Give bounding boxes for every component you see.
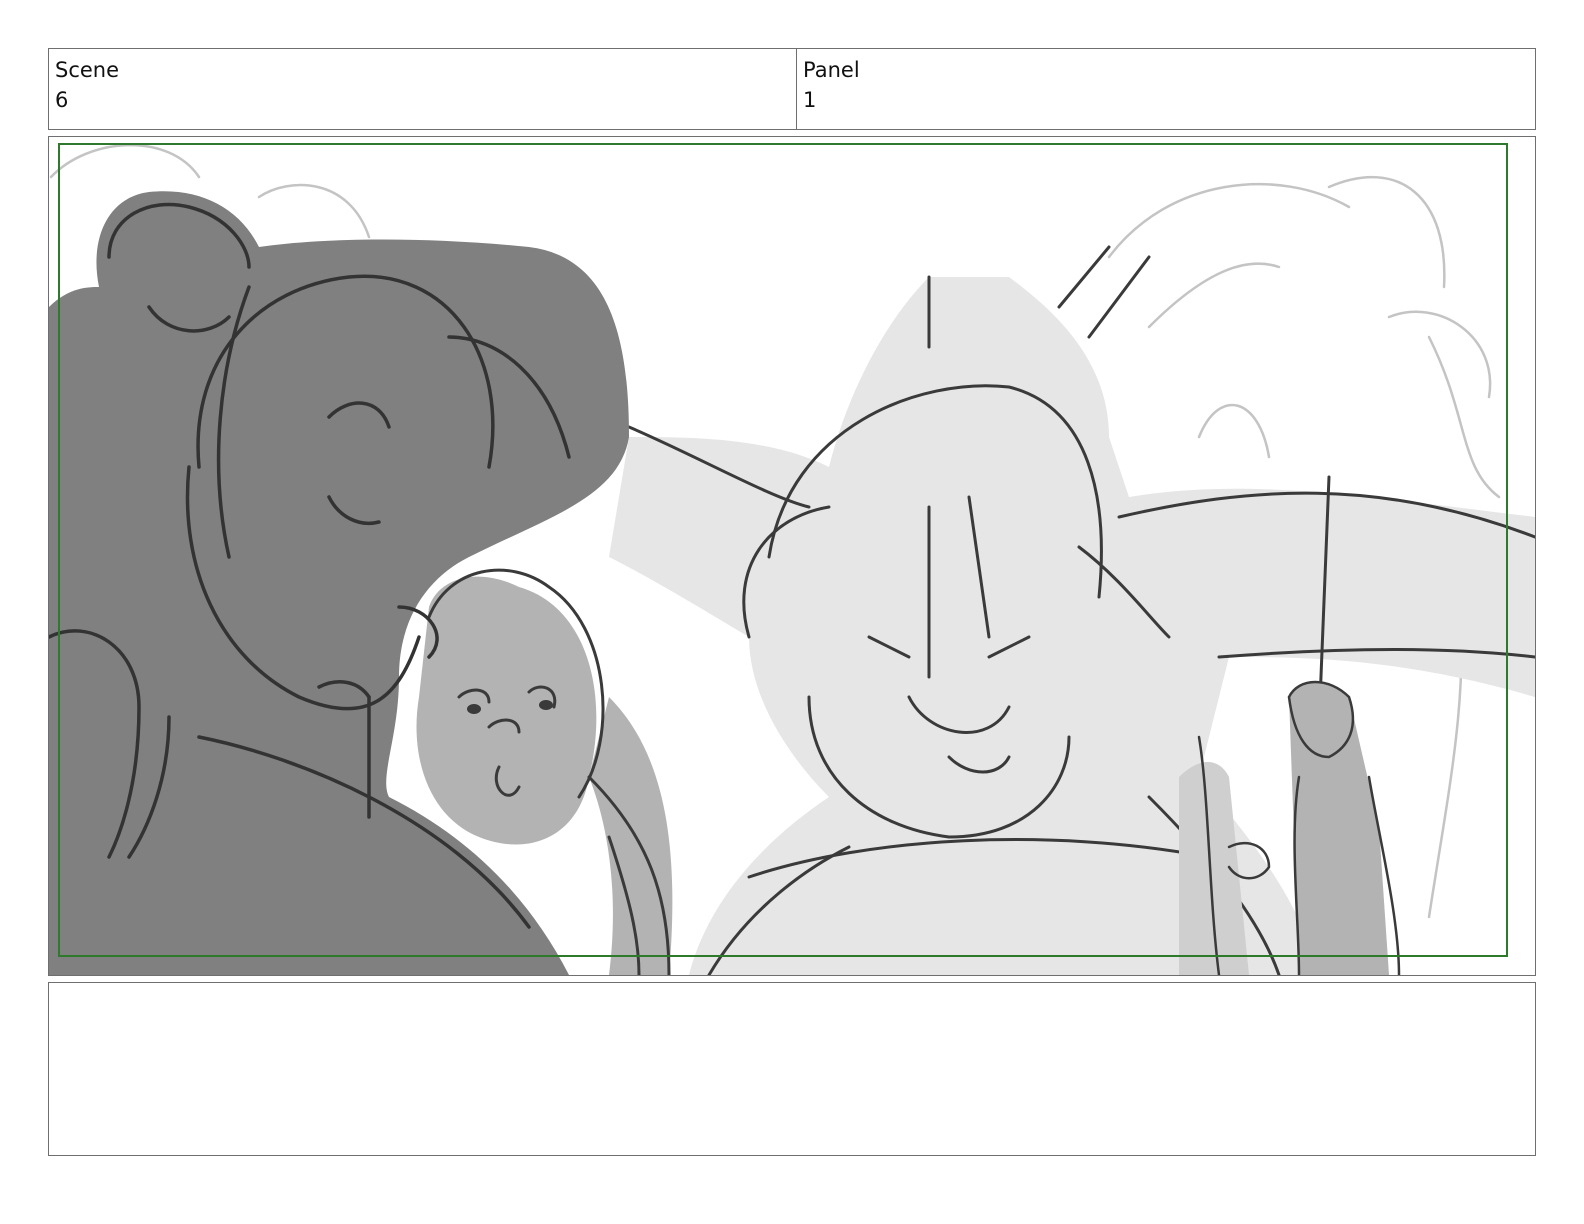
storyboard-sketch-icon <box>49 143 1535 975</box>
storyboard-header: Scene 6 Panel 1 <box>48 48 1536 130</box>
central-figure <box>609 245 1535 975</box>
panel-number: 1 <box>803 88 817 112</box>
panel-cell: Panel 1 <box>797 49 1535 129</box>
scene-cell: Scene 6 <box>49 49 797 129</box>
storyboard-panel-frame <box>48 136 1536 976</box>
scene-label: Scene <box>55 58 120 82</box>
panel-notes-box[interactable] <box>48 982 1536 1156</box>
panel-label: Panel <box>803 58 860 82</box>
scene-number: 6 <box>55 88 69 112</box>
